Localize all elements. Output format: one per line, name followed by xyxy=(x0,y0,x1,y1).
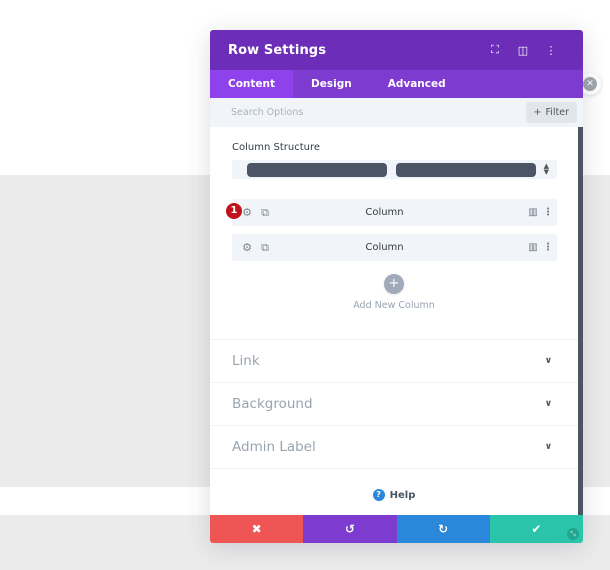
column-label: Column xyxy=(365,242,404,253)
chevron-down-icon: ∨ xyxy=(544,442,552,452)
filter-label: Filter xyxy=(545,107,569,118)
settings-tabs: Content Design Advanced xyxy=(210,70,583,98)
divider xyxy=(210,468,578,469)
panel-title: Row Settings xyxy=(228,42,327,58)
help-label: Help xyxy=(389,489,416,501)
cancel-button[interactable]: ✖ xyxy=(210,515,304,543)
plus-icon: + xyxy=(533,107,542,118)
column-label: Column xyxy=(365,207,404,218)
toggle-admin-label[interactable]: Admin Label ∨ xyxy=(210,425,578,468)
panel-header[interactable]: Row Settings ⛶ ◫ ⋮ xyxy=(210,30,583,70)
panel-content: Column Structure ▲ ▼ 1 ⚙ ⧉ Column ▥ ⋮ ⚙ ⧉… xyxy=(210,127,583,515)
tab-content[interactable]: Content xyxy=(210,70,294,98)
add-column-label[interactable]: Add New Column xyxy=(210,300,578,311)
more-options-icon[interactable]: ⋮ xyxy=(541,242,555,253)
column-structure-select[interactable]: ▲ ▼ xyxy=(232,160,557,179)
search-options-input[interactable]: Search Options xyxy=(231,107,526,118)
step-badge: 1 xyxy=(226,203,242,219)
column-item[interactable]: ⚙ ⧉ Column ▥ ⋮ xyxy=(232,234,557,261)
tab-advanced[interactable]: Advanced xyxy=(370,70,464,98)
undo-icon: ↺ xyxy=(344,522,355,536)
close-icon: ✖ xyxy=(251,522,262,536)
column-structure-label: Column Structure xyxy=(232,142,320,153)
select-arrows-icon: ▲ ▼ xyxy=(543,162,549,176)
chevron-down-icon: ∨ xyxy=(544,356,552,366)
toggle-label: Background xyxy=(232,396,313,412)
split-view-icon[interactable]: ◫ xyxy=(509,44,537,57)
close-icon: ✕ xyxy=(583,77,597,91)
help-link[interactable]: ? Help xyxy=(210,489,578,501)
more-options-icon[interactable]: ⋮ xyxy=(541,207,555,218)
row-settings-panel: Row Settings ⛶ ◫ ⋮ Content Design Advanc… xyxy=(210,30,583,543)
toggle-link[interactable]: Link ∨ xyxy=(210,339,578,382)
check-icon: ✔ xyxy=(531,522,542,536)
search-bar: Search Options + Filter xyxy=(210,98,583,127)
trash-icon[interactable]: ▥ xyxy=(525,242,541,253)
trash-icon[interactable]: ▥ xyxy=(525,207,541,218)
redo-icon: ↻ xyxy=(438,522,449,536)
toggle-background[interactable]: Background ∨ xyxy=(210,382,578,425)
toggle-label: Link xyxy=(232,353,260,369)
scrollbar[interactable] xyxy=(578,127,583,515)
add-new-column: + Add New Column xyxy=(210,274,578,311)
column-structure-bar xyxy=(247,163,387,177)
focus-mode-icon[interactable]: ⛶ xyxy=(481,43,509,57)
undo-button[interactable]: ↺ xyxy=(303,515,397,543)
chevron-down-icon: ∨ xyxy=(544,399,552,409)
save-button[interactable]: ✔ ⤡ xyxy=(489,515,583,543)
more-options-icon[interactable]: ⋮ xyxy=(537,44,565,57)
resize-handle-icon[interactable]: ⤡ xyxy=(567,528,579,540)
add-column-button[interactable]: + xyxy=(384,274,404,294)
redo-button[interactable]: ↻ xyxy=(396,515,490,543)
column-structure-bar xyxy=(396,163,536,177)
tab-design[interactable]: Design xyxy=(293,70,370,98)
help-icon: ? xyxy=(372,489,385,501)
column-item[interactable]: ⚙ ⧉ Column ▥ ⋮ xyxy=(232,199,557,226)
panel-footer: ✖ ↺ ↻ ✔ ⤡ xyxy=(210,515,583,543)
filter-button[interactable]: + Filter xyxy=(525,102,577,123)
toggle-label: Admin Label xyxy=(232,439,316,455)
